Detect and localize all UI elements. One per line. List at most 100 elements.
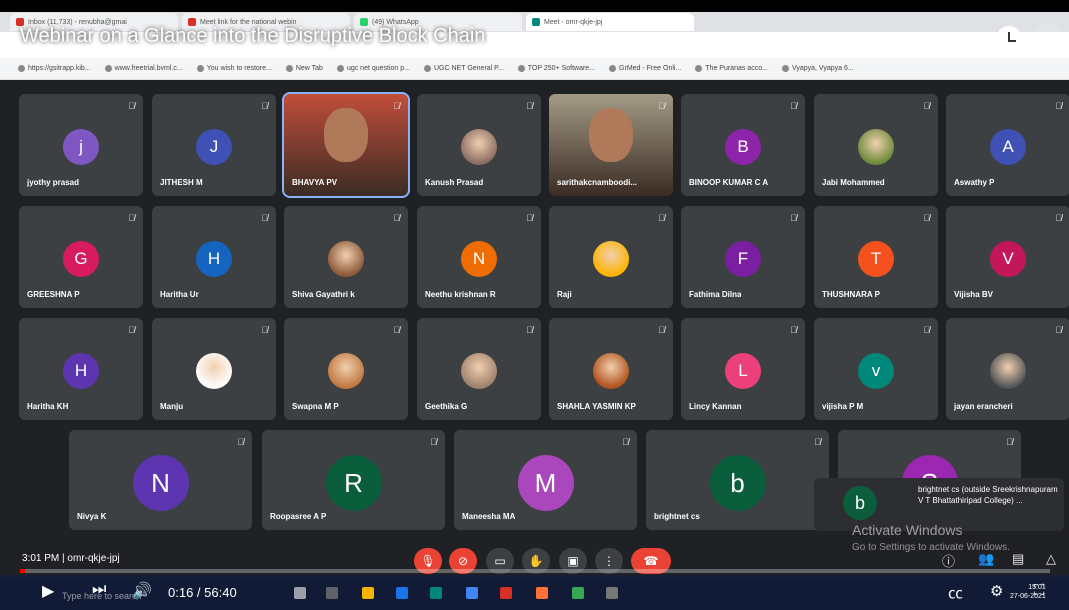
taskbar-edge-icon[interactable]: [466, 587, 478, 599]
participant-avatar: N: [461, 241, 497, 277]
participant-tile[interactable]: J 🎙̸ JITHESH M: [152, 94, 276, 196]
muted-mic-icon: 🎙̸: [526, 325, 533, 335]
bookmark-label: ugc net question p...: [346, 65, 410, 72]
bookmark-icon: [18, 65, 25, 72]
taskbar-app-icon[interactable]: [606, 587, 618, 599]
participant-avatar: J: [196, 129, 232, 165]
captions-cc-icon[interactable]: ㏄: [948, 582, 963, 603]
bookmark-item[interactable]: GrMed - Free Onli...: [609, 65, 681, 72]
participant-tile[interactable]: M 🎙̸ Maneesha MA: [454, 430, 637, 530]
muted-mic-icon: 🎙̸: [923, 325, 930, 335]
volume-icon[interactable]: 🔊: [132, 581, 152, 601]
settings-gear-icon[interactable]: ⚙: [990, 582, 1003, 600]
participant-tile[interactable]: N 🎙̸ Neethu krishnan R: [417, 206, 541, 308]
participant-tile[interactable]: A 🎙̸ Aswathy P: [946, 94, 1069, 196]
participant-name: GREESHNA P: [27, 290, 80, 299]
participant-avatar: j: [63, 129, 99, 165]
participant-tile[interactable]: 🎙̸ jayan erancheri: [946, 318, 1069, 420]
participant-tile[interactable]: B 🎙̸ BINOOP KUMAR C A: [681, 94, 805, 196]
participant-name: Haritha Ur: [160, 290, 199, 299]
taskbar-firefox-icon[interactable]: [536, 587, 548, 599]
participant-tile[interactable]: 🎙̸ Kanush Prasad: [417, 94, 541, 196]
bookmark-item[interactable]: www.freetrial.bvml.c...: [104, 65, 183, 72]
bookmark-label: Vyapya, Vyapya 6...: [791, 65, 854, 72]
participant-avatar: A: [990, 129, 1026, 165]
participant-tile[interactable]: L 🎙̸ Lincy Kannan: [681, 318, 805, 420]
clock-date: 27-06-2021: [1010, 593, 1046, 600]
participant-tile[interactable]: b 🎙̸ brightnet cs: [646, 430, 829, 530]
muted-mic-icon: 🎙̸: [393, 101, 400, 111]
taskbar-app-icon[interactable]: [396, 587, 408, 599]
taskbar-folder-icon[interactable]: [362, 587, 374, 599]
participant-avatar: G: [63, 241, 99, 277]
video-controls: Type here to search ▶ ⏭ 🔊 0:16 / 56:40 ㏄…: [0, 575, 1069, 610]
participant-tile[interactable]: H 🎙̸ Haritha KH: [19, 318, 143, 420]
participant-name: Haritha KH: [27, 402, 69, 411]
popup-avatar: b: [843, 486, 877, 520]
taskbar-chrome-icon[interactable]: [572, 587, 584, 599]
video-title: Webinar on a Glance into the Disruptive …: [20, 25, 486, 47]
bookmark-label: www.freetrial.bvml.c...: [114, 65, 183, 72]
bookmark-item[interactable]: UGC NET General P...: [424, 65, 504, 72]
taskbar-app-icon[interactable]: [430, 587, 442, 599]
bookmark-item[interactable]: https://gsitrapp.kib...: [18, 65, 91, 72]
browser-tab[interactable]: Meet - omr-qkje-jpj: [526, 13, 694, 31]
muted-mic-icon: 🎙̸: [814, 437, 821, 447]
bookmark-icon: [695, 65, 703, 72]
bookmark-item[interactable]: You wish to restore...: [196, 65, 272, 72]
activities-icon[interactable]: △: [1046, 551, 1056, 567]
participant-name: Maneesha MA: [462, 512, 516, 521]
participant-tile[interactable]: 🎙̸ SHAHLA YASMIN KP: [549, 318, 673, 420]
participant-tile[interactable]: T 🎙̸ THUSHNARA P: [814, 206, 938, 308]
participant-tile[interactable]: 🎙̸ Raji: [549, 206, 673, 308]
participant-tile[interactable]: 🎙̸ Manju: [152, 318, 276, 420]
participant-tile[interactable]: 🎙̸ Jabi Mohammed: [814, 94, 938, 196]
participant-tile[interactable]: 🎙̸ sarithakcnamboodi...: [549, 94, 673, 196]
participant-tile[interactable]: R 🎙̸ Roopasree A P: [262, 430, 445, 530]
participant-avatar: H: [63, 353, 99, 389]
muted-mic-icon: 🎙̸: [1055, 101, 1062, 111]
bookmark-item[interactable]: New Tab: [285, 65, 323, 72]
info-icon[interactable]: ⓘ: [942, 551, 955, 570]
next-icon[interactable]: ⏭: [92, 581, 106, 599]
participant-name: BINOOP KUMAR C A: [689, 178, 769, 187]
taskbar-app-icon[interactable]: [500, 587, 512, 599]
participant-tile[interactable]: G 🎙̸ GREESHNA P: [19, 206, 143, 308]
bookmark-item[interactable]: The Puranas acco...: [695, 65, 768, 72]
bookmark-icon: [517, 65, 525, 72]
participant-tile[interactable]: H 🎙̸ Haritha Ur: [152, 206, 276, 308]
participant-tile[interactable]: j 🎙̸ jyothy prasad: [19, 94, 143, 196]
participant-name: jyothy prasad: [27, 178, 80, 187]
participant-name: Neethu krishnan R: [425, 290, 496, 299]
muted-mic-icon: 🎙̸: [128, 325, 135, 335]
bookmark-icon: [424, 65, 431, 72]
participant-tile[interactable]: F 🎙̸ Fathima Dilna: [681, 206, 805, 308]
share-icon[interactable]: ➦: [1034, 24, 1062, 52]
people-icon[interactable]: 👥: [978, 551, 994, 567]
participant-tile[interactable]: V 🎙̸ Vijisha BV: [946, 206, 1069, 308]
participant-tile[interactable]: v 🎙̸ vijisha P M: [814, 318, 938, 420]
video-timestamp: 0:16 / 56:40: [168, 585, 237, 600]
participant-name: Shiva Gayathri k: [292, 290, 355, 299]
play-icon[interactable]: ▶: [42, 581, 54, 601]
video-progress-bar[interactable]: [20, 569, 1050, 573]
participant-tile[interactable]: N 🎙̸ Nivya K: [69, 430, 252, 530]
taskbar-app-icon[interactable]: [326, 587, 338, 599]
participant-tile[interactable]: 🎙̸ Geethika G: [417, 318, 541, 420]
chat-icon[interactable]: ▤: [1012, 551, 1024, 567]
participant-tile[interactable]: 🎙̸ BHAVYA PV: [282, 92, 410, 198]
participant-photo: [328, 241, 364, 277]
participant-tile[interactable]: 🎙̸ Swapna M P: [284, 318, 408, 420]
muted-mic-icon: 🎙̸: [923, 213, 930, 223]
bookmark-item[interactable]: ugc net question p...: [336, 65, 410, 72]
bookmark-icon: [609, 65, 617, 72]
taskbar-app-icon[interactable]: [294, 587, 306, 599]
participant-tile[interactable]: 🎙̸ Shiva Gayathri k: [284, 206, 408, 308]
bookmark-item[interactable]: TOP 250+ Software...: [517, 65, 596, 72]
bookmark-icon: [104, 65, 112, 72]
bookmark-label: TOP 250+ Software...: [527, 65, 596, 72]
watch-later-icon[interactable]: [996, 26, 1022, 52]
bookmark-item[interactable]: Vyapya, Vyapya 6...: [781, 65, 854, 72]
activate-windows-subtext: Go to Settings to activate Windows.: [852, 542, 1010, 553]
participant-name: sarithakcnamboodi...: [557, 178, 638, 187]
